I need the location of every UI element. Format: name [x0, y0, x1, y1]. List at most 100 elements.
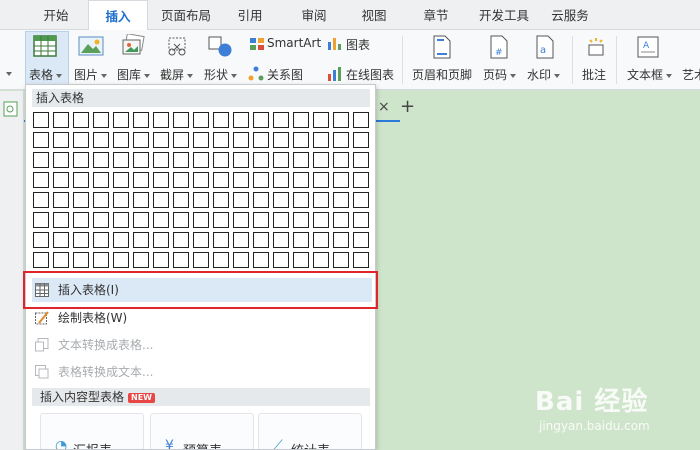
grid-cell[interactable]	[153, 232, 169, 248]
grid-cell[interactable]	[93, 212, 109, 228]
grid-cell[interactable]	[33, 132, 49, 148]
grid-cell[interactable]	[313, 212, 329, 228]
grid-cell[interactable]	[193, 132, 209, 148]
grid-cell[interactable]	[153, 212, 169, 228]
grid-cell[interactable]	[33, 232, 49, 248]
grid-cell[interactable]	[313, 252, 329, 268]
tab-start[interactable]: 开始	[32, 0, 80, 30]
grid-cell[interactable]	[133, 212, 149, 228]
grid-cell[interactable]	[273, 252, 289, 268]
grid-cell[interactable]	[313, 172, 329, 188]
table-button[interactable]: 表格	[29, 66, 63, 83]
grid-cell[interactable]	[133, 152, 149, 168]
grid-cell[interactable]	[233, 252, 249, 268]
grid-cell[interactable]	[33, 152, 49, 168]
grid-cell[interactable]	[293, 232, 309, 248]
grid-cell[interactable]	[53, 232, 69, 248]
grid-cell[interactable]	[73, 212, 89, 228]
grid-cell[interactable]	[293, 172, 309, 188]
grid-cell[interactable]	[153, 132, 169, 148]
grid-cell[interactable]	[273, 152, 289, 168]
grid-cell[interactable]	[253, 232, 269, 248]
grid-cell[interactable]	[173, 232, 189, 248]
grid-cell[interactable]	[53, 172, 69, 188]
grid-cell[interactable]	[173, 192, 189, 208]
tab-cloud[interactable]: 云服务	[542, 0, 598, 30]
grid-cell[interactable]	[313, 232, 329, 248]
grid-cell[interactable]	[113, 132, 129, 148]
grid-cell[interactable]	[73, 152, 89, 168]
grid-cell[interactable]	[133, 252, 149, 268]
budget-table-card[interactable]: ¥ 预算表	[150, 413, 254, 449]
grid-cell[interactable]	[233, 172, 249, 188]
grid-cell[interactable]	[253, 112, 269, 128]
picture-button[interactable]: 图片	[74, 66, 108, 83]
grid-cell[interactable]	[93, 172, 109, 188]
gallery-button[interactable]: 图库	[117, 66, 151, 83]
grid-cell[interactable]	[333, 152, 349, 168]
grid-cell[interactable]	[153, 112, 169, 128]
grid-cell[interactable]	[173, 212, 189, 228]
insert-table-item[interactable]: 插入表格(I)	[32, 278, 372, 302]
grid-cell[interactable]	[173, 252, 189, 268]
grid-cell[interactable]	[133, 172, 149, 188]
grid-cell[interactable]	[153, 252, 169, 268]
grid-cell[interactable]	[93, 192, 109, 208]
close-tab-icon[interactable]: ×	[378, 99, 390, 115]
grid-cell[interactable]	[293, 212, 309, 228]
grid-cell[interactable]	[33, 252, 49, 268]
grid-cell[interactable]	[253, 212, 269, 228]
grid-cell[interactable]	[213, 112, 229, 128]
grid-cell[interactable]	[233, 192, 249, 208]
grid-cell[interactable]	[353, 152, 369, 168]
tab-developer[interactable]: 开发工具	[472, 0, 536, 30]
grid-cell[interactable]	[253, 132, 269, 148]
grid-cell[interactable]	[333, 232, 349, 248]
grid-cell[interactable]	[73, 132, 89, 148]
grid-cell[interactable]	[333, 112, 349, 128]
page-number-button[interactable]: 页码	[483, 66, 517, 83]
tab-page-layout[interactable]: 页面布局	[156, 0, 216, 30]
tab-review[interactable]: 审阅	[290, 0, 338, 30]
grid-cell[interactable]	[333, 192, 349, 208]
grid-cell[interactable]	[253, 172, 269, 188]
report-table-card[interactable]: ◔ 汇报表	[40, 413, 144, 449]
textbox-button[interactable]: 文本框	[627, 66, 673, 83]
grid-cell[interactable]	[193, 172, 209, 188]
grid-cell[interactable]	[33, 192, 49, 208]
grid-cell[interactable]	[173, 172, 189, 188]
grid-cell[interactable]	[73, 252, 89, 268]
grid-cell[interactable]	[273, 232, 289, 248]
grid-cell[interactable]	[133, 112, 149, 128]
grid-cell[interactable]	[193, 232, 209, 248]
grid-cell[interactable]	[113, 232, 129, 248]
grid-cell[interactable]	[153, 172, 169, 188]
grid-cell[interactable]	[73, 112, 89, 128]
grid-cell[interactable]	[153, 152, 169, 168]
grid-cell[interactable]	[233, 112, 249, 128]
grid-cell[interactable]	[53, 212, 69, 228]
online-chart-button[interactable]: 在线图表	[346, 66, 394, 83]
grid-cell[interactable]	[253, 152, 269, 168]
grid-cell[interactable]	[313, 152, 329, 168]
grid-cell[interactable]	[113, 112, 129, 128]
grid-cell[interactable]	[153, 192, 169, 208]
grid-cell[interactable]	[53, 252, 69, 268]
grid-cell[interactable]	[193, 152, 209, 168]
grid-cell[interactable]	[93, 252, 109, 268]
grid-cell[interactable]	[313, 192, 329, 208]
grid-cell[interactable]	[193, 252, 209, 268]
grid-cell[interactable]	[93, 112, 109, 128]
grid-cell[interactable]	[173, 152, 189, 168]
new-tab-icon[interactable]: +	[400, 96, 415, 117]
grid-cell[interactable]	[313, 132, 329, 148]
grid-cell[interactable]	[133, 192, 149, 208]
grid-cell[interactable]	[233, 232, 249, 248]
grid-cell[interactable]	[253, 252, 269, 268]
chart-button[interactable]: 图表	[346, 36, 370, 53]
grid-cell[interactable]	[273, 172, 289, 188]
table-to-text-item[interactable]: 表格转换成文本...	[32, 360, 372, 384]
grid-cell[interactable]	[113, 172, 129, 188]
tab-references[interactable]: 引用	[226, 0, 274, 30]
text-to-table-item[interactable]: 文本转换成表格...	[32, 333, 372, 357]
